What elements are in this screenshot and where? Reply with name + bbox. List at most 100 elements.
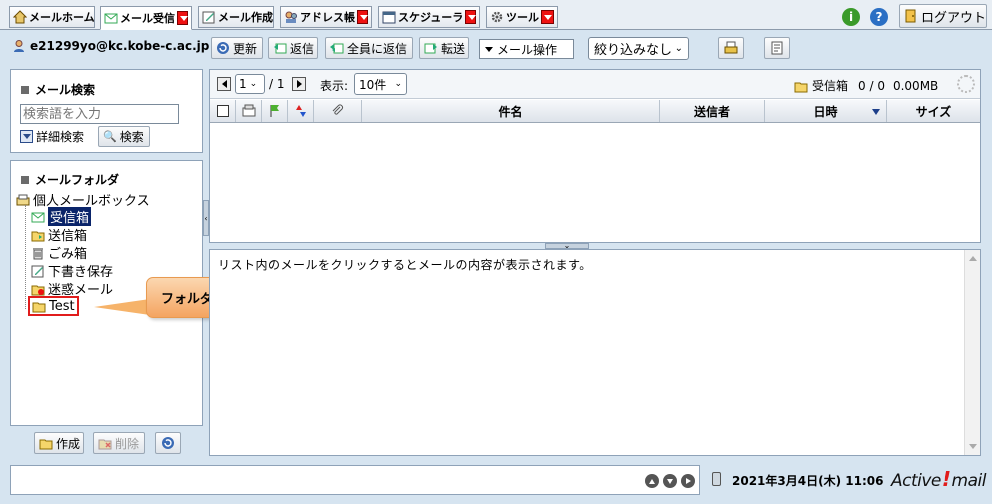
display-label: 表示: bbox=[320, 79, 349, 93]
folder-sent[interactable]: 送信箱 bbox=[31, 225, 87, 244]
logout-label: ログアウト bbox=[921, 10, 987, 26]
folder-trash[interactable]: ごみ箱 bbox=[31, 243, 87, 262]
bullet-icon bbox=[21, 85, 29, 94]
tab-mail-home[interactable]: メールホーム bbox=[9, 6, 95, 28]
logout-button[interactable]: ログアウト bbox=[899, 4, 987, 28]
col-date[interactable]: 日時 bbox=[765, 100, 887, 122]
folder-label: Test bbox=[49, 298, 75, 314]
refresh-folders-button[interactable] bbox=[155, 432, 181, 454]
search-input[interactable] bbox=[20, 104, 179, 124]
scroll-down-icon[interactable] bbox=[969, 444, 977, 449]
tab-tools[interactable]: ツール bbox=[486, 6, 558, 28]
page-select[interactable]: 1 ⌄ bbox=[235, 74, 265, 94]
next-page-icon[interactable] bbox=[292, 77, 306, 91]
print-button[interactable] bbox=[718, 37, 744, 59]
col-select-all[interactable] bbox=[210, 100, 236, 122]
folder-icon bbox=[32, 299, 46, 313]
trash-icon bbox=[31, 246, 45, 260]
tab-mail-receive[interactable]: メール受信 bbox=[100, 6, 192, 30]
preview-scrollbar[interactable] bbox=[964, 250, 980, 455]
col-size[interactable]: サイズ bbox=[887, 100, 980, 122]
priority-icon bbox=[294, 104, 308, 118]
scroll-up-circle-icon[interactable] bbox=[645, 474, 659, 488]
compose-icon bbox=[202, 10, 216, 24]
col-flag[interactable] bbox=[262, 100, 288, 122]
help-icon[interactable]: ? bbox=[870, 8, 888, 26]
bullet-icon bbox=[21, 175, 29, 184]
forward-button[interactable]: 転送 bbox=[419, 37, 469, 59]
search-title: メール検索 bbox=[21, 81, 95, 98]
mail-receive-icon bbox=[104, 11, 118, 25]
folder-drafts[interactable]: 下書き保存 bbox=[31, 261, 113, 280]
reply-label: 返信 bbox=[290, 41, 315, 56]
reply-all-button[interactable]: 全員に返信 bbox=[325, 37, 413, 59]
reply-all-icon bbox=[330, 41, 344, 55]
folder-test[interactable]: Test bbox=[28, 296, 79, 316]
status-size: 0.00MB bbox=[892, 78, 939, 93]
folder-title-text: メールフォルダ bbox=[35, 173, 120, 187]
dropdown-arrow-icon[interactable] bbox=[541, 10, 554, 24]
logo-active: Active bbox=[891, 471, 941, 491]
inbox-icon bbox=[31, 210, 45, 224]
search-button[interactable]: 🔍 検索 bbox=[98, 126, 150, 147]
refresh-button[interactable]: 更新 bbox=[211, 37, 263, 59]
user-email: e21299yo@kc.kobe-c.ac.jp bbox=[30, 39, 210, 53]
device-icon bbox=[712, 472, 721, 486]
dropdown-arrow-icon[interactable] bbox=[357, 10, 368, 24]
info-icon[interactable]: i bbox=[842, 8, 860, 26]
activemail-logo: Active ! mail bbox=[891, 467, 986, 491]
print-icon bbox=[724, 41, 738, 55]
mail-status-icon bbox=[242, 104, 256, 118]
scroll-next-circle-icon[interactable] bbox=[681, 474, 695, 488]
create-folder-button[interactable]: 作成 bbox=[34, 432, 84, 454]
mail-operations-select[interactable]: メール操作 bbox=[479, 39, 574, 59]
delete-folder-button[interactable]: 削除 bbox=[93, 432, 145, 454]
per-page-select[interactable]: 10件 ⌄ bbox=[354, 73, 407, 95]
mail-search-panel: メール検索 詳細検索 🔍 検索 bbox=[10, 69, 203, 153]
chevron-down-icon: ⌄ bbox=[249, 79, 258, 89]
delete-label: 削除 bbox=[115, 436, 140, 451]
folder-icon bbox=[39, 436, 53, 450]
advanced-search-toggle[interactable]: 詳細検索 bbox=[20, 128, 84, 145]
col-subject-label: 件名 bbox=[498, 104, 523, 119]
sort-desc-icon bbox=[872, 109, 880, 115]
address-book-icon bbox=[284, 10, 298, 24]
advanced-search-label: 詳細検索 bbox=[36, 130, 85, 144]
tab-label: アドレス帳 bbox=[300, 11, 355, 24]
refresh-icon bbox=[161, 436, 175, 450]
logo-mail: mail bbox=[951, 471, 987, 491]
prev-page-icon[interactable] bbox=[217, 77, 231, 91]
status-datetime: 2021年3月4日(木) 11:06 bbox=[732, 474, 884, 488]
folder-title: メールフォルダ bbox=[21, 171, 119, 188]
folder-label: 下書き保存 bbox=[48, 265, 114, 280]
col-priority[interactable] bbox=[288, 100, 314, 122]
col-subject[interactable]: 件名 bbox=[362, 100, 660, 122]
settings-button[interactable] bbox=[764, 37, 790, 59]
tab-address-book[interactable]: アドレス帳 bbox=[280, 6, 372, 28]
folder-icon bbox=[794, 79, 808, 93]
scroll-up-icon[interactable] bbox=[969, 256, 977, 261]
preview-message: リスト内のメールをクリックするとメールの内容が表示されます。 bbox=[218, 258, 592, 272]
delete-folder-icon bbox=[98, 436, 112, 450]
chevron-down-icon: ⌄ bbox=[674, 43, 683, 54]
folder-inbox[interactable]: 受信箱 bbox=[31, 207, 92, 226]
col-sender-label: 送信者 bbox=[693, 104, 730, 119]
reply-button[interactable]: 返信 bbox=[268, 37, 318, 59]
dropdown-arrow-icon[interactable] bbox=[465, 10, 476, 24]
flag-icon bbox=[268, 104, 282, 118]
col-attachment-status[interactable] bbox=[236, 100, 262, 122]
mailbox-icon bbox=[16, 193, 30, 207]
filter-select[interactable]: 絞り込みなし ⌄ bbox=[588, 37, 689, 60]
tab-label: スケジューラ bbox=[398, 11, 464, 24]
search-title-text: メール検索 bbox=[35, 83, 96, 97]
tab-mail-compose[interactable]: メール作成 bbox=[198, 6, 274, 28]
col-attachment[interactable] bbox=[314, 100, 362, 122]
tab-scheduler[interactable]: スケジューラ bbox=[378, 6, 480, 28]
page-value: 1 bbox=[239, 77, 247, 91]
calendar-icon bbox=[382, 10, 396, 24]
col-sender[interactable]: 送信者 bbox=[660, 100, 765, 122]
dropdown-arrow-icon[interactable] bbox=[177, 11, 188, 25]
scroll-down-circle-icon[interactable] bbox=[663, 474, 677, 488]
status-count: 0 / 0 bbox=[858, 78, 885, 93]
checkbox[interactable] bbox=[216, 105, 229, 117]
